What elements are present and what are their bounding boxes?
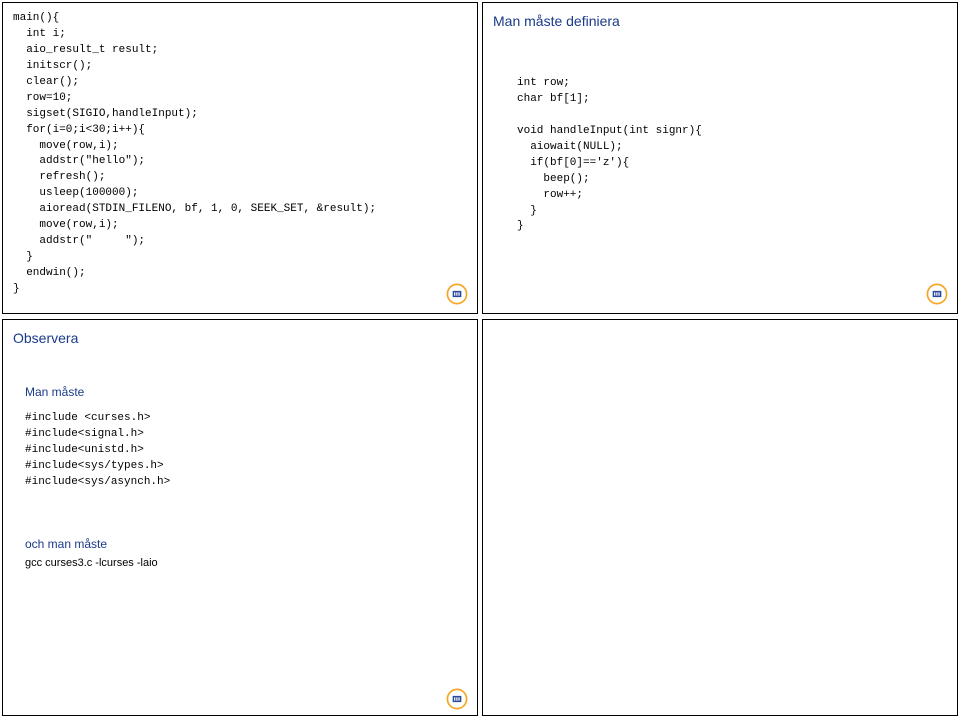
code-block-includes: #include <curses.h> #include<signal.h> #…: [25, 411, 467, 491]
university-logo-icon: [445, 687, 469, 711]
slide-top-right: Man måste definiera int row; char bf[1];…: [482, 2, 958, 314]
university-logo-icon: [445, 282, 469, 306]
heading-observera: Observera: [13, 328, 467, 349]
heading-definiera: Man måste definiera: [493, 11, 947, 32]
compile-command: gcc curses3.c -lcurses -laio: [25, 555, 467, 572]
code-block-defs: int row; char bf[1]; void handleInput(in…: [517, 76, 947, 235]
university-logo-icon: [925, 282, 949, 306]
slide-bottom-right: [482, 319, 958, 716]
subheading-man-maste: Man måste: [25, 383, 467, 401]
slide-top-left: main(){ int i; aio_result_t result; init…: [2, 2, 478, 314]
code-block-main: main(){ int i; aio_result_t result; init…: [13, 11, 467, 298]
subheading-och-man: och man måste: [25, 535, 467, 553]
slide-bottom-left: Observera Man måste #include <curses.h> …: [2, 319, 478, 716]
